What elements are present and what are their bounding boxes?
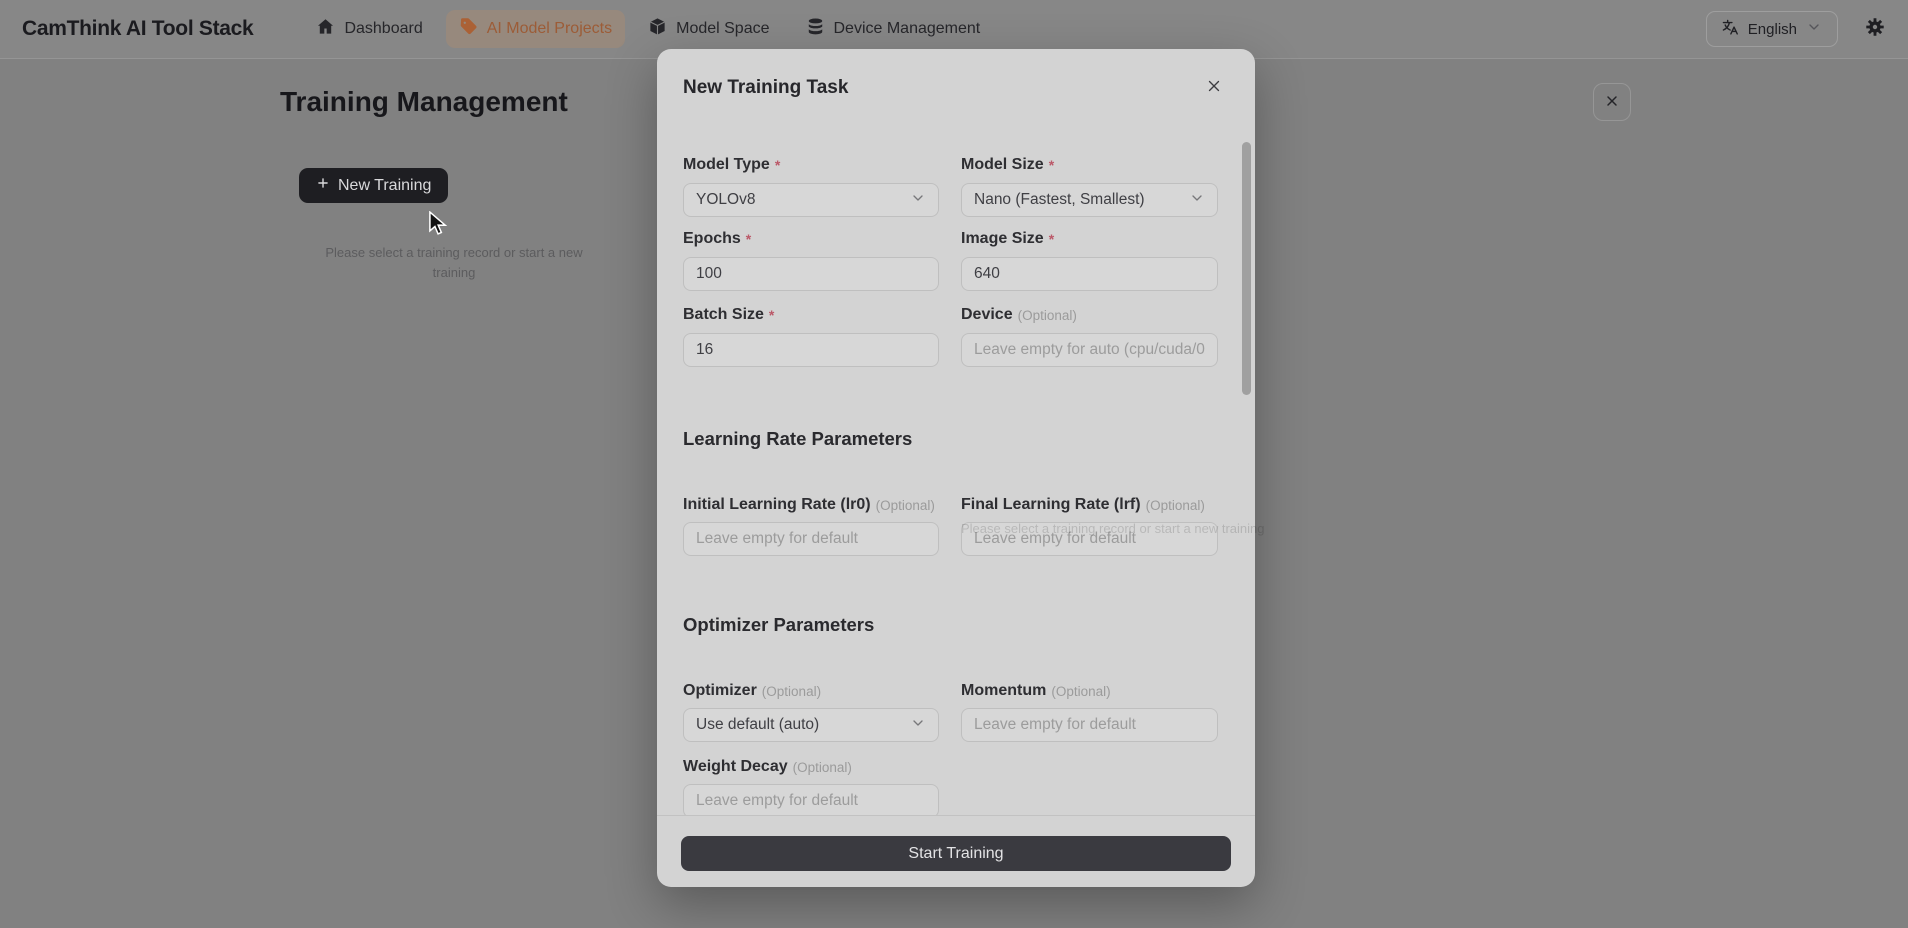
weight-decay-input[interactable]: [684, 785, 938, 815]
chevron-down-icon: [910, 715, 926, 736]
lr0-input[interactable]: [684, 523, 938, 555]
model-size-select[interactable]: Nano (Fastest, Smallest): [961, 183, 1218, 217]
required-asterisk: *: [1049, 156, 1054, 174]
bleed-empty-state-text: Please select a training record or start…: [961, 521, 1265, 536]
model-type-select[interactable]: YOLOv8: [683, 183, 939, 217]
nav-item-device-management[interactable]: Device Management: [793, 10, 994, 48]
optimizer-section-heading: Optimizer Parameters: [683, 614, 874, 636]
nav-item-label: AI Model Projects: [487, 20, 612, 38]
gear-icon: [1864, 16, 1886, 43]
page-title: Training Management: [280, 86, 568, 118]
required-asterisk: *: [746, 230, 751, 248]
image-size-field-wrap: [961, 257, 1218, 291]
close-icon: [1604, 93, 1620, 112]
database-icon: [806, 17, 825, 41]
optional-marker: (Optional): [876, 498, 935, 513]
dialog-footer: Start Training: [657, 815, 1255, 887]
lr0-label: Initial Learning Rate (lr0)(Optional): [683, 496, 939, 514]
batch-size-input[interactable]: [684, 334, 938, 366]
model-type-label: Model Type*: [683, 156, 939, 174]
chevron-down-icon: [1189, 190, 1205, 211]
new-training-button[interactable]: New Training: [299, 168, 448, 203]
dialog-scrollbar[interactable]: [1242, 142, 1251, 395]
nav-menu: Dashboard AI Model Projects Model Space …: [303, 10, 993, 48]
epochs-label: Epochs*: [683, 230, 939, 248]
batch-size-label: Batch Size*: [683, 306, 939, 324]
settings-button[interactable]: [1864, 16, 1886, 43]
image-size-label: Image Size*: [961, 230, 1218, 248]
nav-item-ai-model-projects[interactable]: AI Model Projects: [446, 10, 625, 48]
home-icon: [316, 17, 335, 41]
nav-item-dashboard[interactable]: Dashboard: [303, 10, 435, 48]
momentum-label: Momentum(Optional): [961, 682, 1218, 700]
plus-icon: [316, 176, 330, 195]
learning-rate-section-heading: Learning Rate Parameters: [683, 428, 912, 450]
optional-marker: (Optional): [1018, 308, 1077, 323]
empty-state-text: Please select a training record or start…: [322, 243, 586, 282]
new-training-label: New Training: [338, 177, 431, 195]
close-icon: [1205, 77, 1223, 98]
image-size-input[interactable]: [962, 258, 1217, 290]
model-size-value: Nano (Fastest, Smallest): [974, 191, 1145, 209]
optional-marker: (Optional): [793, 760, 852, 775]
nav-item-label: Dashboard: [344, 20, 422, 38]
dialog-title: New Training Task: [683, 77, 848, 99]
chevron-down-icon: [910, 190, 926, 211]
lrf-label: Final Learning Rate (lrf)(Optional): [961, 496, 1218, 514]
model-size-label: Model Size*: [961, 156, 1218, 174]
new-training-task-dialog: New Training Task Model Type* YOLOv8 Mod…: [657, 49, 1255, 887]
optimizer-value: Use default (auto): [696, 716, 819, 734]
weight-decay-field-wrap: [683, 784, 939, 815]
required-asterisk: *: [1049, 230, 1054, 248]
tag-icon: [459, 17, 478, 41]
chevron-down-icon: [1806, 19, 1822, 39]
translate-icon: [1722, 19, 1739, 40]
momentum-field-wrap: [961, 708, 1218, 742]
package-icon: [648, 17, 667, 41]
brand-logo: CamThink AI Tool Stack: [22, 17, 253, 41]
nav-item-label: Model Space: [676, 20, 769, 38]
start-training-button[interactable]: Start Training: [681, 836, 1231, 871]
lr0-field-wrap: [683, 522, 939, 556]
device-input[interactable]: [962, 334, 1217, 366]
epochs-input[interactable]: [684, 258, 938, 290]
panel-close-button[interactable]: [1593, 83, 1631, 121]
nav-item-model-space[interactable]: Model Space: [635, 10, 782, 48]
optional-marker: (Optional): [1146, 498, 1205, 513]
momentum-input[interactable]: [962, 709, 1217, 741]
epochs-field-wrap: [683, 257, 939, 291]
model-type-value: YOLOv8: [696, 191, 755, 209]
dialog-body: Model Type* YOLOv8 Model Size* Nano (Fas…: [657, 108, 1255, 815]
optional-marker: (Optional): [1051, 684, 1110, 699]
optional-marker: (Optional): [762, 684, 821, 699]
device-label: Device(Optional): [961, 306, 1218, 324]
language-label: English: [1748, 21, 1797, 38]
device-field-wrap: [961, 333, 1218, 367]
required-asterisk: *: [775, 156, 780, 174]
mouse-cursor: [426, 211, 448, 240]
nav-item-label: Device Management: [834, 20, 981, 38]
optimizer-label: Optimizer(Optional): [683, 682, 939, 700]
optimizer-select[interactable]: Use default (auto): [683, 708, 939, 742]
batch-size-field-wrap: [683, 333, 939, 367]
nav-right: English: [1706, 11, 1886, 47]
language-selector[interactable]: English: [1706, 11, 1838, 47]
dialog-close-button[interactable]: [1203, 76, 1225, 98]
weight-decay-label: Weight Decay(Optional): [683, 758, 939, 776]
required-asterisk: *: [769, 306, 774, 324]
